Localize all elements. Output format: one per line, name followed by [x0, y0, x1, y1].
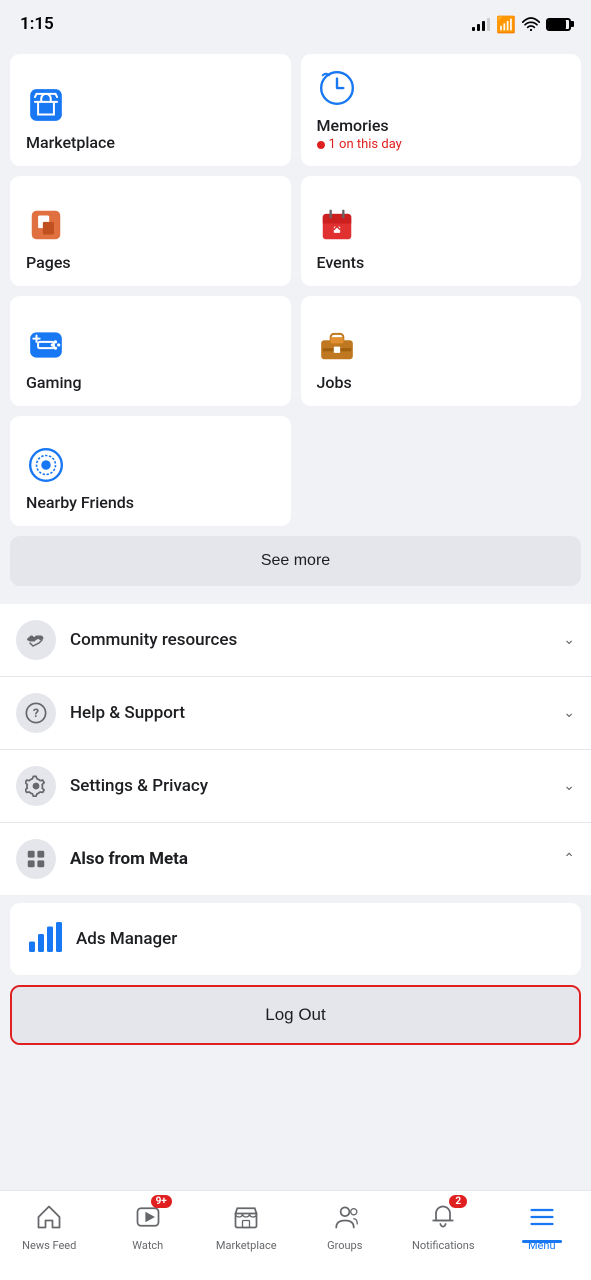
gear-icon — [16, 766, 56, 806]
notifications-badge: 2 — [449, 1195, 467, 1208]
question-icon: ? — [16, 693, 56, 733]
memories-icon — [317, 68, 357, 108]
pages-label: Pages — [26, 253, 275, 272]
jobs-label: Jobs — [317, 373, 566, 392]
tab-active-underline — [522, 1240, 562, 1243]
groups-tab-label: Groups — [327, 1239, 362, 1252]
gaming-icon — [26, 325, 66, 365]
jobs-icon — [317, 325, 357, 365]
home-icon — [35, 1203, 63, 1231]
tab-bar: News Feed 9+ Watch Marketplace — [0, 1190, 591, 1280]
settings-privacy-item[interactable]: Settings & Privacy ⌄ — [0, 750, 591, 823]
jobs-card[interactable]: Jobs — [301, 296, 582, 406]
marketplace-tab-icon-wrap — [228, 1199, 264, 1235]
grid-icon — [16, 839, 56, 879]
status-icons: 📶 — [472, 15, 571, 34]
ads-manager-card[interactable]: Ads Manager — [10, 903, 581, 975]
pages-card[interactable]: Pages — [10, 176, 291, 286]
logout-wrapper: Log Out — [10, 985, 581, 1045]
tab-notifications[interactable]: 2 Notifications — [408, 1199, 478, 1252]
memories-card[interactable]: Memories 1 on this day — [301, 54, 582, 166]
ads-icon — [26, 919, 62, 959]
events-card[interactable]: Events — [301, 176, 582, 286]
marketplace-tab-icon — [232, 1203, 260, 1231]
help-support-item[interactable]: ? Help & Support ⌄ — [0, 677, 591, 750]
gaming-label: Gaming — [26, 373, 275, 392]
community-resources-label: Community resources — [70, 630, 563, 650]
bottom-spacer — [0, 1045, 591, 1135]
groups-icon — [331, 1203, 359, 1231]
events-label: Events — [317, 253, 566, 272]
news-feed-tab-label: News Feed — [22, 1239, 76, 1252]
tab-news-feed[interactable]: News Feed — [14, 1199, 84, 1252]
ads-manager-label: Ads Manager — [76, 929, 177, 949]
chevron-down-icon: ⌄ — [563, 778, 575, 794]
settings-privacy-label: Settings & Privacy — [70, 776, 563, 796]
wifi-icon — [522, 17, 540, 31]
watch-badge: 9+ — [151, 1195, 172, 1208]
list-section: Community resources ⌄ ? Help & Support ⌄ — [0, 604, 591, 895]
pages-icon — [26, 205, 66, 245]
gaming-card[interactable]: Gaming — [10, 296, 291, 406]
community-resources-item[interactable]: Community resources ⌄ — [0, 604, 591, 677]
watch-icon-wrap: 9+ — [130, 1199, 166, 1235]
status-bar: 1:15 📶 — [0, 0, 591, 44]
menu-icon — [528, 1203, 556, 1231]
wifi-icon: 📶 — [496, 15, 516, 34]
groups-icon-wrap — [327, 1199, 363, 1235]
chevron-down-icon: ⌄ — [563, 705, 575, 721]
battery-icon — [546, 18, 571, 31]
marketplace-tab-label: Marketplace — [216, 1239, 277, 1252]
content-area: Marketplace Memories 1 on this day — [0, 44, 591, 1135]
nearby-friends-label: Nearby Friends — [26, 493, 275, 512]
home-icon-wrap — [31, 1199, 67, 1235]
notifications-tab-label: Notifications — [412, 1239, 475, 1252]
tab-groups[interactable]: Groups — [310, 1199, 380, 1252]
nearby-friends-icon — [26, 445, 66, 485]
handshake-icon — [16, 620, 56, 660]
menu-icon-wrap — [524, 1199, 560, 1235]
see-more-button[interactable]: See more — [10, 536, 581, 586]
chevron-down-icon: ⌄ — [563, 632, 575, 648]
section-divider-1 — [0, 596, 591, 604]
menu-grid: Marketplace Memories 1 on this day — [0, 44, 591, 526]
nearby-friends-card[interactable]: Nearby Friends — [10, 416, 291, 526]
memories-dot — [317, 141, 325, 149]
tab-menu[interactable]: Menu — [507, 1199, 577, 1252]
watch-tab-label: Watch — [132, 1239, 163, 1252]
memories-label: Memories — [317, 116, 566, 135]
marketplace-card[interactable]: Marketplace — [10, 54, 291, 166]
help-support-label: Help & Support — [70, 703, 563, 723]
chevron-up-icon: ⌃ — [563, 851, 575, 867]
svg-text:?: ? — [33, 707, 39, 721]
tab-marketplace[interactable]: Marketplace — [211, 1199, 281, 1252]
also-from-meta-item[interactable]: Also from Meta ⌃ — [0, 823, 591, 895]
status-time: 1:15 — [20, 14, 54, 34]
marketplace-icon — [26, 85, 66, 125]
marketplace-label: Marketplace — [26, 133, 275, 152]
logout-button[interactable]: Log Out — [12, 987, 579, 1043]
bell-icon-wrap: 2 — [425, 1199, 461, 1235]
memories-sub: 1 on this day — [317, 137, 566, 152]
signal-icon — [472, 17, 490, 31]
tab-watch[interactable]: 9+ Watch — [113, 1199, 183, 1252]
events-icon — [317, 205, 357, 245]
also-from-meta-label: Also from Meta — [70, 849, 563, 869]
